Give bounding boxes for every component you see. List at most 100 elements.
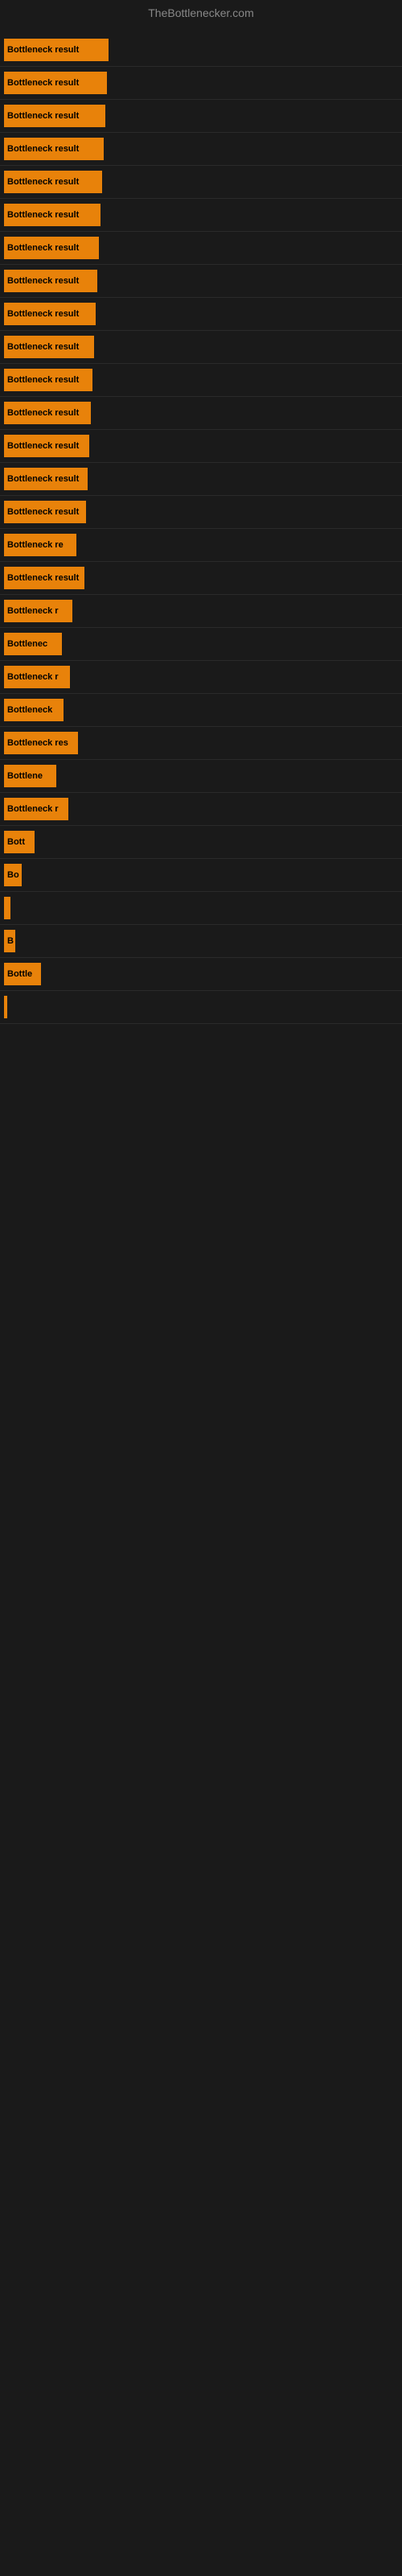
bar-wrapper bbox=[4, 897, 10, 919]
bar-wrapper: Bottlene bbox=[4, 765, 56, 787]
bottleneck-bar: Bottleneck result bbox=[4, 435, 89, 457]
bar-label: Bottleneck result bbox=[7, 276, 79, 286]
bar-row: Bottlene bbox=[0, 760, 402, 793]
bar-wrapper: Bottleneck re bbox=[4, 534, 76, 556]
bar-label: Bottleneck result bbox=[7, 210, 79, 220]
bar-label: Bottleneck result bbox=[7, 243, 79, 253]
bottleneck-bar: Bottleneck result bbox=[4, 138, 104, 160]
bar-label: Bottleneck r bbox=[7, 672, 59, 682]
bar-label: Bottleneck r bbox=[7, 606, 59, 616]
bar-row: Bottleneck result bbox=[0, 463, 402, 496]
bar-row: Bottleneck result bbox=[0, 133, 402, 166]
bottleneck-bar: Bottleneck result bbox=[4, 39, 109, 61]
bottleneck-bar: Bottleneck bbox=[4, 699, 64, 721]
bar-wrapper: Bottle bbox=[4, 963, 41, 985]
bottleneck-bar: Bottleneck result bbox=[4, 402, 91, 424]
bar-wrapper: Bottleneck result bbox=[4, 402, 91, 424]
bar-label: B bbox=[7, 936, 14, 946]
bottleneck-bar: Bottleneck r bbox=[4, 600, 72, 622]
bar-wrapper: Bottleneck result bbox=[4, 336, 94, 358]
bottleneck-bar: Bottleneck result bbox=[4, 105, 105, 127]
bar-wrapper: Bottleneck result bbox=[4, 435, 89, 457]
bottleneck-bar: Bottleneck result bbox=[4, 237, 99, 259]
bottleneck-bar: Bottleneck result bbox=[4, 336, 94, 358]
bar-wrapper: Bottlenec bbox=[4, 633, 62, 655]
bar-label: Bottleneck re bbox=[7, 540, 64, 550]
bar-label: Bottleneck result bbox=[7, 474, 79, 484]
bar-wrapper: Bottleneck result bbox=[4, 105, 105, 127]
bottleneck-bar: Bottle bbox=[4, 963, 41, 985]
bottleneck-bar: Bottlenec bbox=[4, 633, 62, 655]
bottleneck-bar: Bo bbox=[4, 864, 22, 886]
bar-label: Bottleneck result bbox=[7, 408, 79, 418]
bar-wrapper: Bottleneck result bbox=[4, 39, 109, 61]
bar-row: Bottleneck r bbox=[0, 661, 402, 694]
bar-wrapper: Bottleneck result bbox=[4, 237, 99, 259]
bottleneck-bar: Bottleneck result bbox=[4, 468, 88, 490]
bar-label: Bottlene bbox=[7, 771, 43, 781]
bar-label: Bottleneck result bbox=[7, 573, 79, 583]
bar-row: Bottleneck result bbox=[0, 496, 402, 529]
bar-row: Bo bbox=[0, 859, 402, 892]
bar-label: Bottleneck result bbox=[7, 441, 79, 451]
bottleneck-bar: Bottleneck res bbox=[4, 732, 78, 754]
bar-wrapper: Bottleneck result bbox=[4, 72, 107, 94]
bar-wrapper: Bottleneck r bbox=[4, 666, 70, 688]
bottleneck-bar bbox=[4, 996, 7, 1018]
bar-label: Bottle bbox=[7, 969, 32, 979]
bar-label: Bottleneck r bbox=[7, 804, 59, 814]
bar-label: Bottleneck result bbox=[7, 309, 79, 319]
bar-row: Bottleneck result bbox=[0, 67, 402, 100]
bar-row: Bottleneck re bbox=[0, 529, 402, 562]
bar-row: Bottleneck result bbox=[0, 199, 402, 232]
bottleneck-bar: Bottleneck result bbox=[4, 303, 96, 325]
bar-wrapper: Bottleneck result bbox=[4, 369, 92, 391]
bottleneck-bar: Bottlene bbox=[4, 765, 56, 787]
bar-label: Bott bbox=[7, 837, 25, 847]
bar-label: Bottleneck result bbox=[7, 78, 79, 88]
bottleneck-bar: Bott bbox=[4, 831, 35, 853]
bar-row: Bottleneck result bbox=[0, 232, 402, 265]
bottleneck-bar: Bottleneck result bbox=[4, 204, 100, 226]
bar-row: Bottleneck result bbox=[0, 397, 402, 430]
bar-label: Bottleneck result bbox=[7, 45, 79, 55]
bar-wrapper: Bottleneck result bbox=[4, 501, 86, 523]
bar-row: Bottleneck r bbox=[0, 595, 402, 628]
bar-row: Bottlenec bbox=[0, 628, 402, 661]
bar-label: Bottleneck result bbox=[7, 342, 79, 352]
bar-row: Bottleneck result bbox=[0, 331, 402, 364]
bar-row: Bottle bbox=[0, 958, 402, 991]
bottleneck-bar: B bbox=[4, 930, 15, 952]
bar-wrapper: Bottleneck result bbox=[4, 204, 100, 226]
bar-wrapper: Bottleneck result bbox=[4, 270, 97, 292]
bar-label: Bottleneck result bbox=[7, 177, 79, 187]
bottleneck-bar: Bottleneck result bbox=[4, 171, 102, 193]
bar-label: Bottleneck result bbox=[7, 111, 79, 121]
bar-row: Bottleneck result bbox=[0, 265, 402, 298]
bar-wrapper: Bo bbox=[4, 864, 22, 886]
bar-wrapper: Bottleneck result bbox=[4, 138, 104, 160]
bottleneck-bar: Bottleneck result bbox=[4, 270, 97, 292]
bar-wrapper: Bottleneck result bbox=[4, 567, 84, 589]
bar-row: Bott bbox=[0, 826, 402, 859]
bar-row: Bottleneck result bbox=[0, 100, 402, 133]
bar-row: Bottleneck bbox=[0, 694, 402, 727]
bar-row: B bbox=[0, 925, 402, 958]
bar-label: Bottlenec bbox=[7, 639, 47, 649]
bottleneck-bar: Bottleneck re bbox=[4, 534, 76, 556]
bar-row bbox=[0, 991, 402, 1024]
bar-label: Bo bbox=[7, 870, 19, 880]
bar-row: Bottleneck result bbox=[0, 34, 402, 67]
bottleneck-bar: Bottleneck result bbox=[4, 501, 86, 523]
site-title: TheBottlenecker.com bbox=[0, 0, 402, 26]
bar-row: Bottleneck result bbox=[0, 430, 402, 463]
bottleneck-bar bbox=[4, 897, 10, 919]
bottleneck-bar: Bottleneck r bbox=[4, 666, 70, 688]
bar-wrapper bbox=[4, 996, 7, 1018]
bar-wrapper: Bottleneck r bbox=[4, 600, 72, 622]
bottleneck-bar: Bottleneck r bbox=[4, 798, 68, 820]
bars-container: Bottleneck result Bottleneck result Bottle… bbox=[0, 26, 402, 1032]
bar-label: Bottleneck result bbox=[7, 375, 79, 385]
bar-row: Bottleneck result bbox=[0, 364, 402, 397]
bottleneck-bar: Bottleneck result bbox=[4, 369, 92, 391]
